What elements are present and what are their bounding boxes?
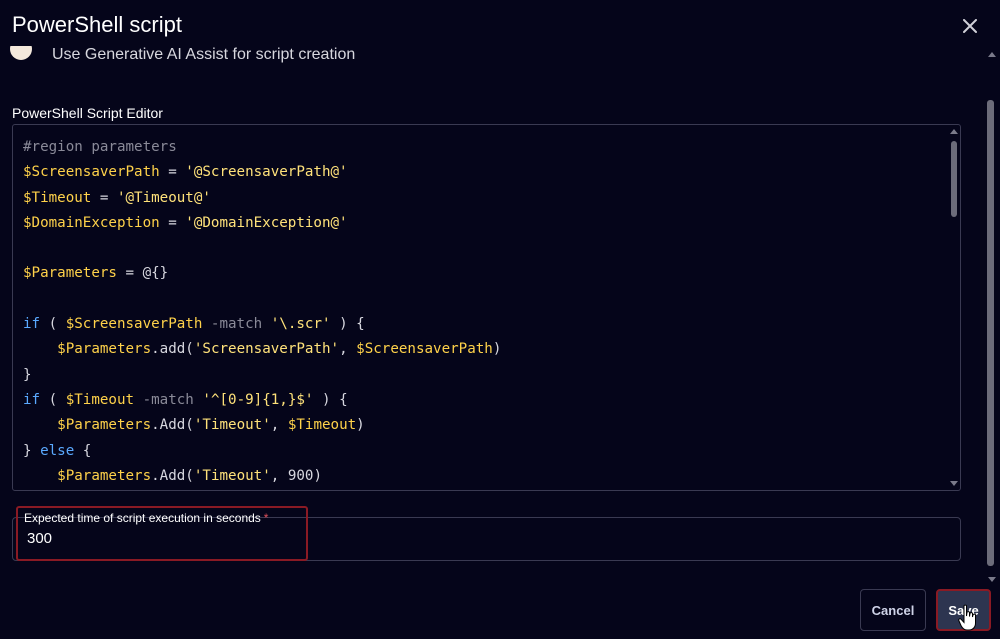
code-token: ( xyxy=(40,316,66,333)
editor-scrollbar[interactable] xyxy=(949,125,959,490)
code-token: , xyxy=(270,417,288,434)
code-token: .add( xyxy=(151,341,194,358)
code-token: { xyxy=(74,442,92,459)
code-line[interactable]: $Timeout = '@Timeout@' xyxy=(23,186,501,211)
code-token: = xyxy=(159,164,186,181)
code-token: ) { xyxy=(330,316,365,333)
code-line[interactable]: } else { xyxy=(23,439,501,464)
code-token: ) xyxy=(356,417,365,434)
ai-assist-toggle[interactable] xyxy=(10,46,32,66)
toggle-knob[interactable] xyxy=(10,46,32,60)
code-token: = @{} xyxy=(116,265,169,282)
code-token: $Parameters xyxy=(57,341,152,358)
cancel-button[interactable]: Cancel xyxy=(860,589,926,631)
page-scrollbar[interactable] xyxy=(986,46,998,586)
hand-cursor-icon xyxy=(958,604,976,631)
code-token: '@Timeout@' xyxy=(116,189,211,206)
code-token: ) xyxy=(492,341,502,358)
code-line[interactable]: $Parameters.add('ScreensaverPath', $Scre… xyxy=(23,337,501,362)
code-token: ( xyxy=(40,391,66,408)
code-token: '@ScreensaverPath@' xyxy=(185,164,348,181)
code-token: $DomainException xyxy=(23,214,160,231)
scroll-up-icon[interactable] xyxy=(950,129,958,134)
code-token: -match xyxy=(134,391,203,408)
execution-time-label-text: Expected time of script execution in sec… xyxy=(24,511,261,525)
code-token: $Timeout xyxy=(65,391,135,408)
code-line[interactable]: $Parameters.Add('Timeout', $Timeout) xyxy=(23,413,501,438)
code-token: 'ScreensaverPath' xyxy=(193,341,340,358)
code-token: $Parameters xyxy=(23,265,117,282)
code-token: '@DomainException@' xyxy=(185,214,348,231)
dialog-content: Use Generative AI Assist for script crea… xyxy=(0,46,986,586)
code-token: $Parameters xyxy=(57,417,152,434)
ai-assist-label: Use Generative AI Assist for script crea… xyxy=(52,46,356,63)
code-token: , 900) xyxy=(270,467,322,484)
code-token: $ScreensaverPath xyxy=(23,164,160,181)
code-token: $ScreensaverPath xyxy=(356,341,493,358)
code-line[interactable] xyxy=(23,236,501,261)
code-token: '\.scr' xyxy=(270,316,331,333)
editor-label: PowerShell Script Editor xyxy=(12,105,163,121)
code-token: ) { xyxy=(313,391,348,408)
execution-time-input[interactable] xyxy=(27,530,227,547)
page-scroll-thumb[interactable] xyxy=(987,100,994,566)
code-token: = xyxy=(159,214,186,231)
code-line[interactable]: if ( $ScreensaverPath -match '\.scr' ) { xyxy=(23,312,501,337)
dialog-title: PowerShell script xyxy=(12,12,182,37)
code-line[interactable]: $DomainException = '@DomainException@' xyxy=(23,211,501,236)
code-line[interactable]: if ( $Timeout -match '^[0-9]{1,}$' ) { xyxy=(23,388,501,413)
code-token: $Timeout xyxy=(23,189,92,206)
execution-time-label: Expected time of script execution in sec… xyxy=(24,511,268,525)
code-token: -match xyxy=(202,316,271,333)
code-token: $Parameters xyxy=(57,467,152,484)
code-token: } xyxy=(23,442,41,459)
code-line[interactable]: $Parameters.Add('Timeout', 900) xyxy=(23,464,501,489)
code-token: } xyxy=(23,366,32,383)
script-editor[interactable]: #region parameters $ScreensaverPath = '@S… xyxy=(12,124,961,491)
close-button[interactable] xyxy=(958,14,982,38)
code-token: .Add( xyxy=(151,417,194,434)
code-token: else xyxy=(40,442,75,459)
code-token: $ScreensaverPath xyxy=(65,316,203,333)
page-scroll-up-icon[interactable] xyxy=(988,52,996,57)
code-token: 'Timeout' xyxy=(193,417,271,434)
code-token: $Timeout xyxy=(287,417,357,434)
code-line[interactable]: $Parameters = @{} xyxy=(23,261,501,286)
code-token: if xyxy=(23,391,41,408)
code-area[interactable]: #region parameters $ScreensaverPath = '@S… xyxy=(23,135,501,489)
code-line[interactable] xyxy=(23,287,501,312)
code-token: 'Timeout' xyxy=(193,467,271,484)
required-mark: * xyxy=(263,511,269,525)
code-line[interactable]: #region parameters xyxy=(23,135,501,160)
code-token: #region parameters xyxy=(23,139,177,155)
code-line[interactable]: $ScreensaverPath = '@ScreensaverPath@' xyxy=(23,160,501,185)
code-token: , xyxy=(339,341,357,358)
scroll-down-icon[interactable] xyxy=(950,481,958,486)
editor-scroll-thumb[interactable] xyxy=(951,141,957,217)
page-scroll-down-icon[interactable] xyxy=(988,577,996,582)
code-token: .Add( xyxy=(151,467,194,484)
code-token: = xyxy=(91,189,117,206)
close-icon xyxy=(963,19,977,33)
code-line[interactable]: } xyxy=(23,363,501,388)
code-token: if xyxy=(23,316,41,333)
code-token: '^[0-9]{1,}$' xyxy=(202,391,314,408)
